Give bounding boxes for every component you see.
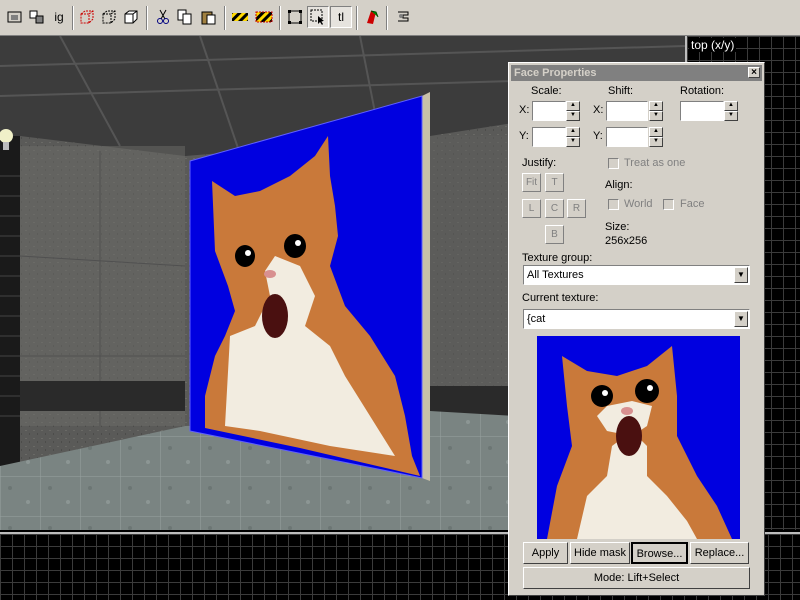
shift-x-spinner[interactable]: ▲ ▼ [649,101,663,121]
main-toolbar: ig tl [0,0,800,36]
scale-y-label: Y: [519,130,529,142]
replace-button[interactable]: Replace... [690,542,749,564]
justify-top-button[interactable]: T [545,173,564,192]
hazard-stripe-red-icon[interactable] [253,6,275,28]
cut-icon[interactable] [152,6,174,28]
justify-right-button[interactable]: R [567,199,586,218]
toolbar-separator [146,6,148,30]
justify-left-button[interactable]: L [522,199,541,218]
browse-button[interactable]: Browse... [631,542,688,564]
toolbar-separator [224,6,226,30]
ignore-group-label: ig [54,10,64,24]
texture-group-value: All Textures [527,269,584,281]
toolbar-separator [279,6,281,30]
shift-y-label: Y: [593,130,603,142]
justify-center-button[interactable]: C [545,199,564,218]
shift-label: Shift: [608,85,634,97]
size-value: 256x256 [605,235,648,247]
group-icon[interactable] [26,6,48,28]
apply-button[interactable]: Apply [523,542,568,564]
screenshot-icon[interactable] [4,6,26,28]
treat-as-one-checkbox[interactable] [608,158,619,169]
scale-x-spinner[interactable]: ▲ ▼ [566,101,580,121]
scale-x-label: X: [519,104,530,116]
texture-lock-label: tl [338,10,344,24]
mode-button[interactable]: Mode: Lift+Select [523,567,750,589]
justify-fit-button[interactable]: Fit [522,173,541,192]
justify-label: Justify: [522,157,557,169]
rotation-label: Rotation: [680,85,725,97]
copy-icon[interactable] [174,6,196,28]
cat-texture-image [547,346,732,539]
select-box-icon[interactable] [284,6,306,28]
align-face-checkbox[interactable] [663,199,674,210]
dialog-title: Face Properties [514,67,597,79]
toolbar-separator [356,6,358,30]
rotation-input[interactable] [680,101,724,121]
texture-preview [537,336,740,539]
rotation-spinner[interactable]: ▲ ▼ [724,101,738,121]
size-label: Size: [605,221,630,233]
scale-y-spinner[interactable]: ▲ ▼ [566,127,580,147]
box-outline-icon[interactable] [98,6,120,28]
align-face-label: Face [680,198,705,210]
red-box-icon[interactable] [76,6,98,28]
toolbar-separator [386,6,388,30]
treat-as-one-label: Treat as one [624,157,686,169]
hazard-stripe-icon[interactable] [229,6,251,28]
shift-x-label: X: [593,104,604,116]
shift-y-input[interactable] [606,127,648,147]
scale-y-input[interactable] [532,127,566,147]
ignore-group-button[interactable]: ig [48,6,70,28]
select-pointer-icon[interactable] [307,6,329,28]
box-solid-icon[interactable] [120,6,142,28]
current-texture-select[interactable]: {cat ▼ [523,309,750,329]
face-properties-dialog: Face Properties × Scale: Shift: Rotation… [508,62,765,596]
carve-icon[interactable] [361,6,383,28]
compile-icon[interactable] [392,6,414,28]
scale-label: Scale: [531,85,562,97]
texture-group-label: Texture group: [522,252,593,264]
chevron-down-icon[interactable]: ▼ [734,267,748,283]
hide-mask-button[interactable]: Hide mask [570,542,630,564]
current-texture-label: Current texture: [522,292,599,304]
paste-icon[interactable] [198,6,220,28]
align-label: Align: [605,179,633,191]
justify-bottom-button[interactable]: B [545,225,564,244]
current-texture-value: {cat [527,313,546,325]
shift-x-input[interactable] [606,101,648,121]
texture-group-select[interactable]: All Textures ▼ [523,265,750,285]
chevron-down-icon[interactable]: ▼ [734,311,748,327]
texture-lock-button[interactable]: tl [330,6,352,28]
dialog-titlebar[interactable]: Face Properties × [511,65,762,81]
scale-x-input[interactable] [532,101,566,121]
align-world-label: World [624,198,653,210]
close-icon[interactable]: × [748,67,760,78]
view-label: top (x/y) [689,38,737,52]
toolbar-separator [72,6,74,30]
align-world-checkbox[interactable] [608,199,619,210]
shift-y-spinner[interactable]: ▲ ▼ [649,127,663,147]
